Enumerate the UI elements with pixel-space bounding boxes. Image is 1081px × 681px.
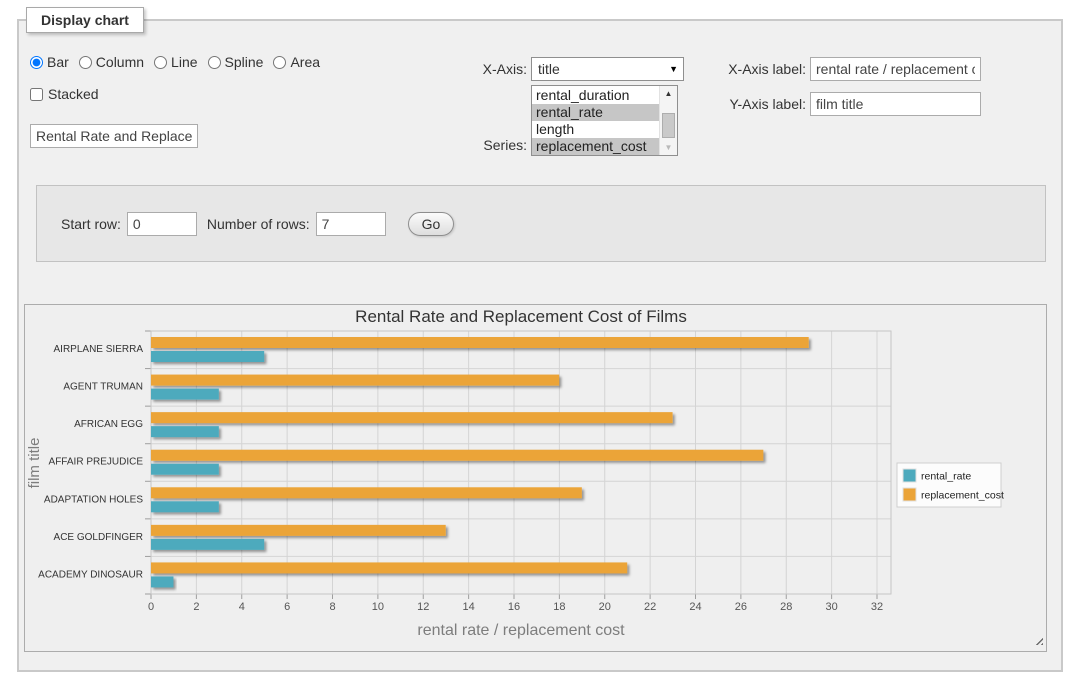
- svg-text:rental rate / replacement cost: rental rate / replacement cost: [417, 622, 625, 639]
- chevron-down-icon: ▼: [669, 64, 678, 74]
- chart-type-option-column[interactable]: Column: [79, 54, 144, 70]
- svg-text:AFRICAN EGG: AFRICAN EGG: [74, 419, 143, 430]
- series-options: rental_durationrental_ratelengthreplacem…: [532, 87, 660, 155]
- panel-title-tab: Display chart: [26, 7, 144, 33]
- go-button[interactable]: Go: [408, 212, 455, 236]
- series-row: Series: rental_durationrental_ratelength…: [470, 85, 678, 156]
- chart-type-option-line[interactable]: Line: [154, 54, 197, 70]
- chart-title-input[interactable]: [30, 124, 198, 148]
- start-row-input[interactable]: [127, 212, 197, 236]
- series-option-length[interactable]: length: [532, 121, 660, 138]
- chart-type-radio-group: Bar Column Line Spline Area: [30, 54, 330, 70]
- radio-area[interactable]: [273, 56, 286, 69]
- display-chart-panel: Display chart BarColumnLineSplineArea St…: [17, 19, 1063, 672]
- svg-text:film title: film title: [26, 438, 43, 489]
- radio-label: Spline: [225, 54, 264, 70]
- series-option-rental_duration[interactable]: rental_duration: [532, 87, 660, 104]
- number-of-rows-input[interactable]: [316, 212, 386, 236]
- svg-text:rental_rate: rental_rate: [921, 471, 971, 483]
- svg-text:ACADEMY DINOSAUR: ACADEMY DINOSAUR: [38, 569, 143, 580]
- svg-text:6: 6: [284, 601, 290, 613]
- svg-text:AFFAIR PREJUDICE: AFFAIR PREJUDICE: [49, 457, 144, 468]
- start-row-label: Start row:: [61, 216, 121, 232]
- svg-text:replacement_cost: replacement_cost: [921, 490, 1004, 502]
- panel-title: Display chart: [41, 12, 129, 28]
- svg-text:26: 26: [735, 601, 747, 613]
- svg-text:16: 16: [508, 601, 520, 613]
- svg-text:30: 30: [826, 601, 838, 613]
- y-axis-label-input[interactable]: [810, 92, 981, 116]
- svg-text:4: 4: [239, 601, 245, 613]
- x-axis-label-caption: X-Axis label:: [723, 61, 806, 77]
- stacked-checkbox[interactable]: [30, 88, 43, 101]
- series-listbox[interactable]: rental_durationrental_ratelengthreplacem…: [531, 85, 678, 156]
- chart-type-option-bar[interactable]: Bar: [30, 54, 69, 70]
- svg-text:18: 18: [553, 601, 565, 613]
- radio-label: Bar: [47, 54, 69, 70]
- svg-text:AGENT TRUMAN: AGENT TRUMAN: [63, 382, 143, 393]
- rows-panel: Start row: Number of rows: Go: [36, 185, 1046, 262]
- series-option-replacement_cost[interactable]: replacement_cost: [532, 138, 660, 155]
- svg-text:12: 12: [417, 601, 429, 613]
- radio-column[interactable]: [79, 56, 92, 69]
- chart-panel: 02468101214161820222426283032AIRPLANE SI…: [24, 304, 1047, 652]
- number-of-rows-label: Number of rows:: [207, 216, 310, 232]
- svg-text:28: 28: [780, 601, 792, 613]
- y-axis-label-caption: Y-Axis label:: [723, 96, 806, 112]
- svg-text:14: 14: [463, 601, 475, 613]
- series-label-text: Series:: [470, 137, 527, 153]
- stacked-label: Stacked: [48, 86, 99, 102]
- y-axis-label-row: Y-Axis label:: [723, 92, 981, 116]
- radio-line[interactable]: [154, 56, 167, 69]
- bar-chart: 02468101214161820222426283032AIRPLANE SI…: [25, 305, 1046, 651]
- radio-spline[interactable]: [208, 56, 221, 69]
- chart-type-option-area[interactable]: Area: [273, 54, 320, 70]
- svg-text:22: 22: [644, 601, 656, 613]
- x-axis-label-text: X-Axis:: [470, 61, 527, 77]
- radio-label: Area: [290, 54, 320, 70]
- radio-bar[interactable]: [30, 56, 43, 69]
- svg-text:AIRPLANE SIERRA: AIRPLANE SIERRA: [54, 344, 144, 355]
- x-axis-row: X-Axis: title ▼: [470, 57, 684, 81]
- svg-text:8: 8: [329, 601, 335, 613]
- svg-text:ADAPTATION HOLES: ADAPTATION HOLES: [44, 494, 143, 505]
- svg-text:24: 24: [689, 601, 701, 613]
- stacked-option[interactable]: Stacked: [30, 86, 99, 102]
- svg-text:0: 0: [148, 601, 154, 613]
- svg-text:Rental Rate and Replacement Co: Rental Rate and Replacement Cost of Film…: [355, 307, 687, 326]
- svg-text:32: 32: [871, 601, 883, 613]
- svg-text:10: 10: [372, 601, 384, 613]
- svg-text:20: 20: [599, 601, 611, 613]
- svg-text:ACE GOLDFINGER: ACE GOLDFINGER: [54, 532, 143, 543]
- x-axis-label-row: X-Axis label:: [723, 57, 981, 81]
- radio-label: Column: [96, 54, 144, 70]
- svg-text:2: 2: [193, 601, 199, 613]
- x-axis-select[interactable]: title ▼: [531, 57, 684, 81]
- chart-legend: rental_rate replacement_cost: [897, 463, 1004, 507]
- radio-label: Line: [171, 54, 197, 70]
- series-option-rental_rate[interactable]: rental_rate: [532, 104, 660, 121]
- x-axis-label-input[interactable]: [810, 57, 981, 81]
- scroll-up-icon[interactable]: ▲: [660, 86, 677, 101]
- x-axis-selected-value: title: [538, 61, 560, 77]
- scroll-down-icon[interactable]: ▼: [660, 140, 677, 155]
- scrollbar-thumb[interactable]: [662, 113, 675, 138]
- chart-type-option-spline[interactable]: Spline: [208, 54, 264, 70]
- listbox-scrollbar[interactable]: ▲ ▼: [659, 86, 677, 155]
